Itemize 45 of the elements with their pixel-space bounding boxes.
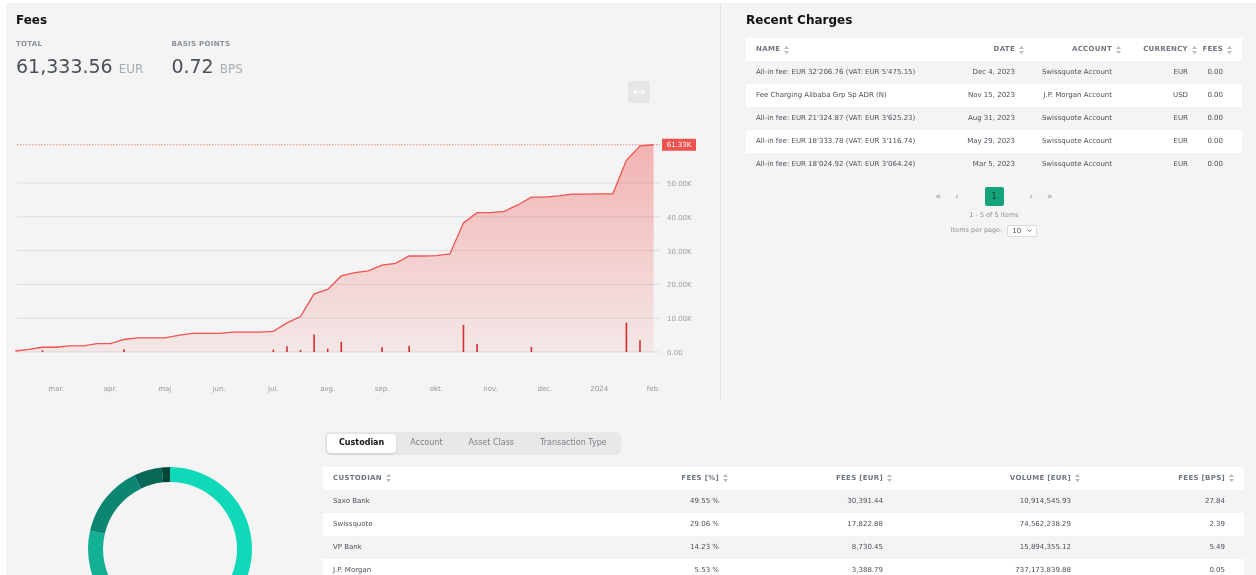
sort-icon — [1019, 45, 1024, 54]
bar — [530, 346, 533, 352]
sort-button[interactable] — [723, 474, 728, 482]
stat-value: 0.72 — [171, 53, 214, 79]
sort-icon — [887, 474, 892, 482]
sort-button[interactable] — [1075, 474, 1080, 482]
bar — [462, 324, 465, 352]
bar — [625, 322, 628, 352]
sort-button[interactable] — [386, 474, 391, 482]
section-title: Recent Charges — [746, 12, 854, 29]
stat-unit: EUR — [118, 60, 144, 78]
bar — [340, 341, 343, 352]
bar — [299, 349, 302, 352]
tab[interactable]: Custodian — [327, 433, 397, 453]
sort-icon — [1075, 474, 1080, 482]
horizontal-arrows-icon — [633, 88, 645, 96]
sort-icon — [784, 45, 790, 54]
sort-icon — [1229, 474, 1234, 482]
sort-icon — [1227, 45, 1232, 54]
sort-button[interactable] — [1229, 474, 1234, 482]
first-page-button[interactable]: « — [935, 189, 941, 204]
stat-value: 61,333.56 — [16, 53, 113, 79]
sort-button[interactable] — [1116, 45, 1121, 54]
next-page-button[interactable]: › — [1029, 189, 1034, 204]
tab[interactable]: Transaction Type — [528, 433, 619, 453]
sort-icon — [386, 474, 391, 482]
sort-button[interactable] — [1227, 45, 1232, 54]
stat-unit: BPS — [219, 60, 243, 78]
sort-icon — [723, 474, 728, 482]
previous-page-button[interactable]: ‹ — [954, 189, 959, 204]
chevron-down-icon — [1027, 229, 1033, 233]
bar — [326, 348, 329, 352]
page-button[interactable]: 1 — [984, 187, 1004, 206]
section-title: Fees — [16, 12, 49, 29]
sort-button[interactable] — [784, 45, 790, 54]
tab[interactable]: Account — [398, 433, 455, 453]
sort-icon — [1192, 45, 1197, 54]
bar — [272, 349, 275, 352]
tab[interactable]: Asset Class — [456, 433, 526, 453]
sort-button[interactable] — [1192, 45, 1197, 54]
sort-button[interactable] — [887, 474, 892, 482]
expand-button[interactable] — [628, 81, 650, 103]
sort-icon — [1116, 45, 1121, 54]
sort-button[interactable] — [1019, 45, 1024, 54]
last-page-button[interactable]: » — [1047, 189, 1053, 204]
